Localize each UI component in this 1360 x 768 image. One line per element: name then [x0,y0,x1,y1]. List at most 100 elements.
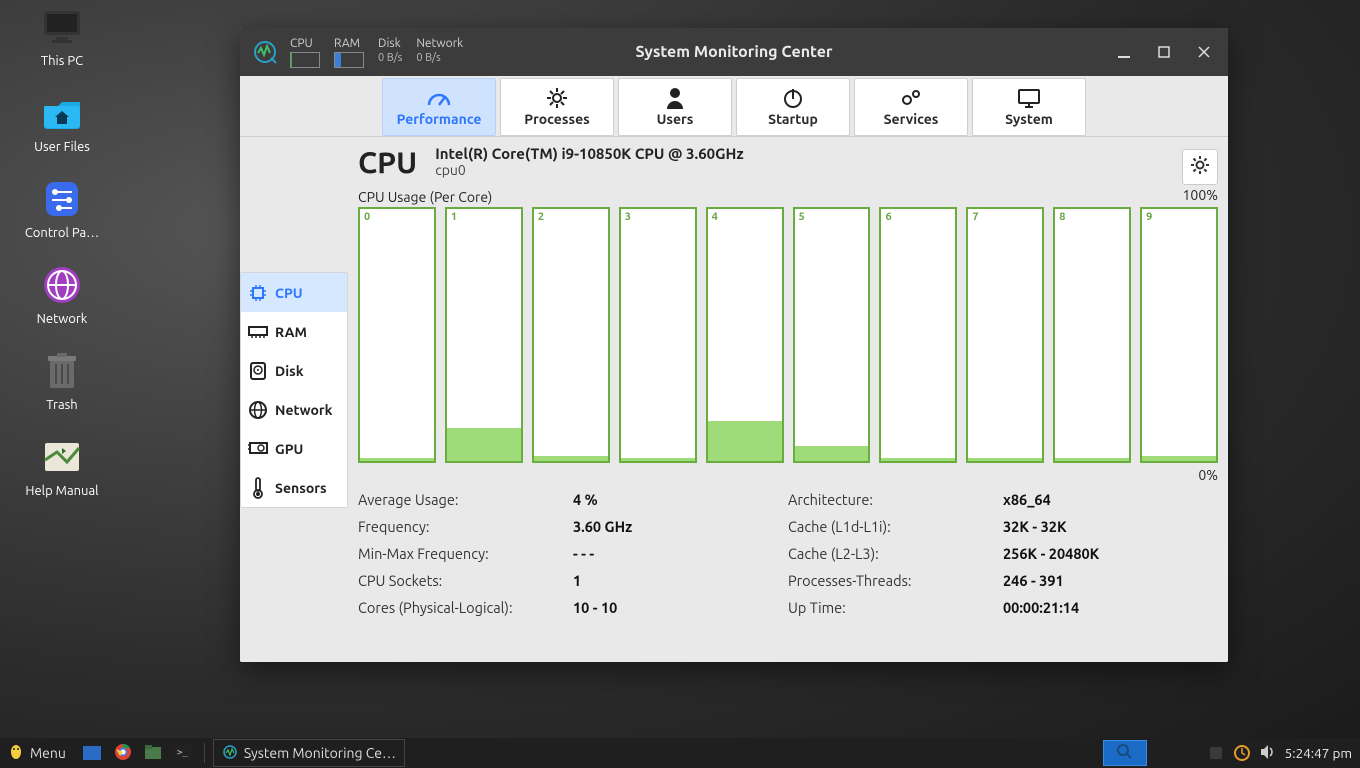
core-graphs: 0123456789 [358,207,1218,463]
core-fill [1142,456,1216,461]
core-number: 6 [885,211,891,223]
core-number: 7 [972,211,978,223]
settings-button[interactable] [1182,149,1218,185]
trash-icon [40,350,84,392]
core-graph: 4 [706,207,784,463]
taskbar-clock[interactable]: 5:24:47 pm [1285,745,1352,761]
sidebar-item-network[interactable]: Network [241,390,347,429]
stat-value: 4 % [573,491,788,508]
desktop-icon-network[interactable]: Network [0,264,124,326]
stat-label: Up Time: [788,599,1003,616]
tab-processes[interactable]: Processes [500,78,614,136]
core-fill [534,456,608,461]
sidebar-item-label: Network [275,402,333,418]
globe-icon [40,264,84,306]
stat-value: 00:00:21:14 [1003,599,1218,616]
sidebar-item-label: CPU [275,285,303,301]
core-number: 1 [451,211,457,223]
desktop-icon-control-panel[interactable]: Control Pa… [0,178,124,240]
core-number: 2 [538,211,544,223]
core-number: 0 [364,211,370,223]
task-title: System Monitoring Ce… [244,745,396,761]
meter-cpu-label: CPU [290,37,320,50]
taskbar-chrome[interactable] [110,740,136,766]
sidebar-item-ram[interactable]: RAM [241,312,347,351]
tab-system[interactable]: System [972,78,1086,136]
app-icon [250,37,280,67]
sidebar-item-label: Sensors [275,480,327,496]
core-graph: 2 [532,207,610,463]
taskbar-terminal[interactable]: >_ [170,740,196,766]
taskbar-files[interactable] [140,740,166,766]
desktop-icon-this-pc[interactable]: This PC [0,6,124,68]
tab-label: System [1005,111,1053,127]
core-fill [881,458,955,461]
tab-label: Startup [768,111,818,127]
gauge-icon [426,87,452,109]
stat-label: Frequency: [358,518,573,535]
stat-value: x86_64 [1003,491,1218,508]
meter-ram-bar [334,52,364,68]
core-fill [708,421,782,461]
stat-label: Cache (L2-L3): [788,545,1003,562]
monitor-icon [40,6,84,48]
core-fill [795,446,869,461]
desktop-icon-label: User Files [34,140,90,154]
stat-value: 3.60 GHz [573,518,788,535]
cpu-panel: CPU Intel(R) Core(TM) i9-10850K CPU @ 3.… [348,137,1228,662]
volume-icon[interactable] [1259,744,1277,763]
sidebar-item-cpu[interactable]: CPU [241,273,347,312]
files-icon [144,744,162,763]
desktop-icon-label: Network [37,312,88,326]
core-fill [1055,458,1129,461]
chrome-icon [114,743,132,764]
tab-performance[interactable]: Performance [382,78,496,136]
core-graph: 0 [358,207,436,463]
cpu-core-id: cpu0 [435,162,744,178]
stat-label: Architecture: [788,491,1003,508]
taskbar-divider [204,743,205,763]
taskbar-task-system-monitor[interactable]: System Monitoring Ce… [213,739,405,767]
window-minimize-button[interactable] [1106,37,1142,67]
scale-bottom: 0% [358,467,1218,483]
desktop-icon-help-manual[interactable]: Help Manual [0,436,124,498]
terminal-icon: >_ [174,744,192,763]
stat-value: 32K - 32K [1003,518,1218,535]
sidebar-item-disk[interactable]: Disk [241,351,347,390]
tab-users[interactable]: Users [618,78,732,136]
desktop-icons: This PC User Files Control Pa… Network T… [0,6,140,522]
meter-ram-fill [335,53,341,67]
window-maximize-button[interactable] [1146,37,1182,67]
cpu-stats-grid: Average Usage:4 %Architecture:x86_64Freq… [358,491,1218,616]
gear-icon [546,87,568,109]
thermometer-icon [247,477,269,499]
tab-label: Users [657,111,694,127]
desktop-icon-user-files[interactable]: User Files [0,92,124,154]
taskbar-show-desktop[interactable] [78,740,106,766]
core-graph: 3 [619,207,697,463]
cpu-icon [247,282,269,304]
sidebar-item-sensors[interactable]: Sensors [241,468,347,507]
tab-startup[interactable]: Startup [736,78,850,136]
folder-home-icon [40,92,84,134]
stat-label: CPU Sockets: [358,572,573,589]
start-menu-button[interactable]: Menu [0,738,74,768]
desktop-icon-trash[interactable]: Trash [0,350,124,412]
titlebar[interactable]: CPU RAM Disk 0 B/s Network 0 B/s System … [240,28,1228,76]
meter-net-value: 0 B/s [416,52,463,64]
window-close-button[interactable] [1186,37,1222,67]
tab-services[interactable]: Services [854,78,968,136]
shield-icon[interactable] [1207,744,1225,762]
stat-value: 1 [573,572,788,589]
ram-icon [247,321,269,343]
app-icon [222,744,238,763]
taskbar-tray-monitor[interactable] [1103,740,1147,766]
update-icon[interactable] [1233,744,1251,762]
sidebar-item-gpu[interactable]: GPU [241,429,347,468]
taskbar: Menu >_ System Monitoring Ce… 5:24:47 pm [0,738,1360,768]
core-graph: 9 [1140,207,1218,463]
stat-label: Processes-Threads: [788,572,1003,589]
sliders-icon [40,178,84,220]
stat-value: 256K - 20480K [1003,545,1218,562]
core-number: 4 [712,211,718,223]
